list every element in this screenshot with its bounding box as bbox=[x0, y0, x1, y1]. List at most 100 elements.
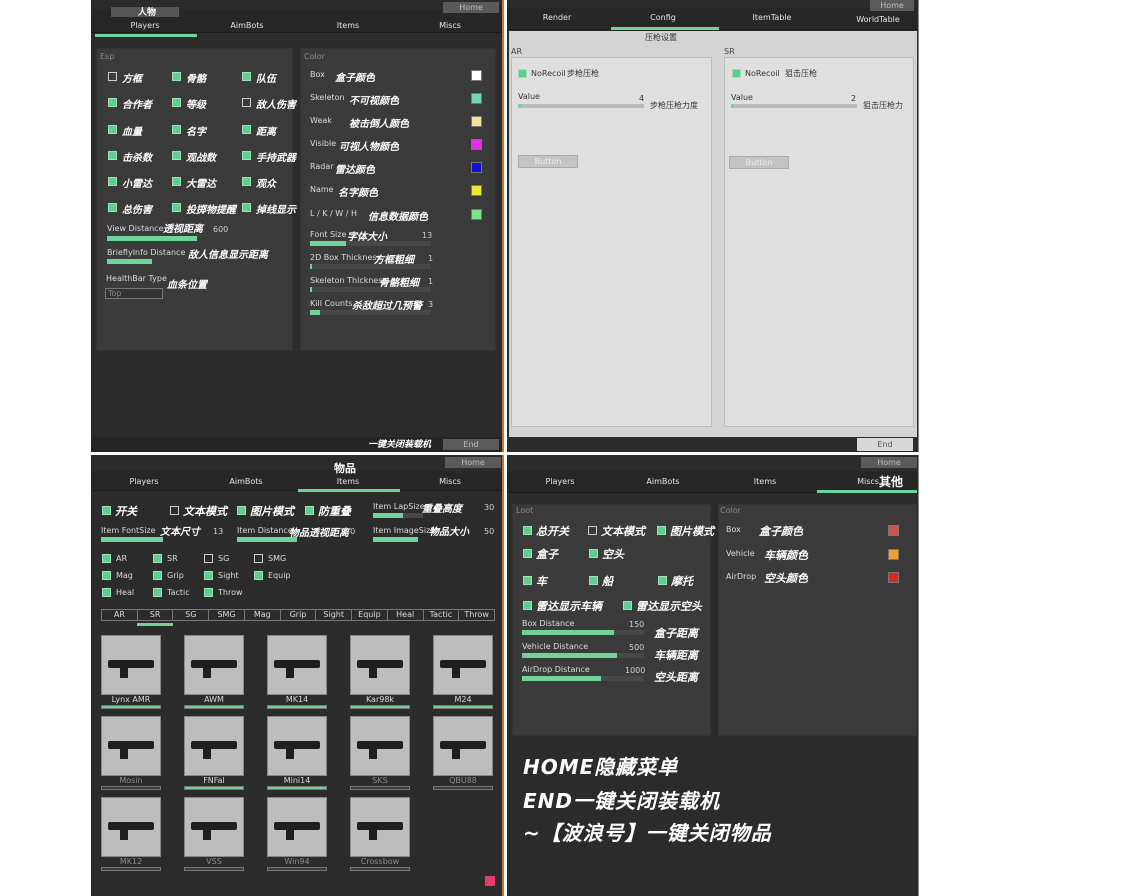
loot-checkbox[interactable] bbox=[523, 576, 532, 585]
color-swatch[interactable] bbox=[471, 162, 482, 173]
loot-checkbox[interactable] bbox=[523, 549, 532, 558]
weapon-enable-bar[interactable] bbox=[101, 867, 161, 871]
weapon-enable-bar[interactable] bbox=[184, 867, 244, 871]
sr-button[interactable]: Button bbox=[729, 156, 789, 169]
weapon-image[interactable] bbox=[350, 635, 410, 695]
style-slider[interactable] bbox=[310, 287, 431, 292]
loot-slider[interactable] bbox=[522, 630, 644, 635]
tab-miscs[interactable]: Miscs bbox=[400, 21, 500, 30]
esp-checkbox[interactable] bbox=[108, 151, 117, 160]
loot-checkbox[interactable] bbox=[523, 526, 532, 535]
loot-color-swatch[interactable] bbox=[888, 572, 899, 583]
weapon-enable-bar[interactable] bbox=[101, 705, 161, 709]
loot-checkbox[interactable] bbox=[523, 601, 532, 610]
end-button[interactable]: End bbox=[443, 439, 499, 450]
weapon-enable-bar[interactable] bbox=[433, 786, 493, 790]
weapon-image[interactable] bbox=[433, 716, 493, 776]
category-checkbox[interactable] bbox=[153, 588, 162, 597]
tab-items[interactable]: Items bbox=[715, 477, 815, 486]
lapsize-slider[interactable] bbox=[373, 513, 423, 518]
loot-checkbox[interactable] bbox=[589, 549, 598, 558]
item-toggle-checkbox[interactable] bbox=[237, 506, 246, 515]
color-swatch[interactable] bbox=[471, 116, 482, 127]
item-toggle-checkbox[interactable] bbox=[102, 506, 111, 515]
home-button[interactable]: Home bbox=[443, 2, 499, 13]
tab-aimbots[interactable]: AimBots bbox=[613, 477, 713, 486]
esp-checkbox[interactable] bbox=[172, 98, 181, 107]
weapon-enable-bar[interactable] bbox=[101, 786, 161, 790]
end-button[interactable]: End bbox=[857, 438, 913, 451]
ar-value-slider[interactable] bbox=[518, 104, 644, 108]
weapon-image[interactable] bbox=[184, 716, 244, 776]
healthbar-select[interactable]: Top bbox=[105, 288, 163, 299]
weapon-image[interactable] bbox=[184, 797, 244, 857]
esp-checkbox[interactable] bbox=[242, 203, 251, 212]
category-checkbox[interactable] bbox=[254, 571, 263, 580]
weapon-enable-bar[interactable] bbox=[267, 786, 327, 790]
loot-checkbox[interactable] bbox=[658, 576, 667, 585]
fontsize-slider[interactable] bbox=[101, 537, 163, 542]
weapon-image[interactable] bbox=[184, 635, 244, 695]
weapon-image[interactable] bbox=[433, 635, 493, 695]
home-button[interactable]: Home bbox=[445, 457, 501, 468]
tab-items[interactable]: Items bbox=[298, 477, 398, 486]
esp-checkbox[interactable] bbox=[172, 177, 181, 186]
tab-render[interactable]: Render bbox=[507, 13, 607, 22]
weapon-enable-bar[interactable] bbox=[433, 705, 493, 709]
item-toggle-checkbox[interactable] bbox=[305, 506, 314, 515]
loot-checkbox[interactable] bbox=[657, 526, 666, 535]
home-button[interactable]: Home bbox=[870, 0, 914, 11]
weapon-tab[interactable]: Heal bbox=[386, 609, 424, 621]
esp-checkbox[interactable] bbox=[172, 72, 181, 81]
loot-checkbox[interactable] bbox=[589, 576, 598, 585]
sr-value-slider[interactable] bbox=[731, 104, 857, 108]
sr-norecoil-checkbox[interactable] bbox=[732, 69, 741, 78]
tab-aimbots[interactable]: AimBots bbox=[196, 477, 296, 486]
weapon-tab[interactable]: Sight bbox=[315, 609, 353, 621]
esp-checkbox[interactable] bbox=[108, 72, 117, 81]
tab-worldtable[interactable]: WorldTable bbox=[828, 15, 928, 24]
tab-config[interactable]: Config bbox=[613, 13, 713, 22]
weapon-image[interactable] bbox=[350, 797, 410, 857]
tab-miscs[interactable]: Miscs bbox=[400, 477, 500, 486]
weapon-tab[interactable]: Grip bbox=[279, 609, 317, 621]
loot-color-swatch[interactable] bbox=[888, 525, 899, 536]
weapon-tab[interactable]: SMG bbox=[208, 609, 245, 621]
esp-checkbox[interactable] bbox=[108, 125, 117, 134]
home-button[interactable]: Home bbox=[861, 457, 917, 468]
view-distance-slider[interactable] bbox=[107, 236, 197, 241]
esp-checkbox[interactable] bbox=[242, 125, 251, 134]
color-swatch[interactable] bbox=[471, 185, 482, 196]
weapon-enable-bar[interactable] bbox=[184, 705, 244, 709]
esp-checkbox[interactable] bbox=[108, 177, 117, 186]
color-swatch[interactable] bbox=[471, 93, 482, 104]
imagesize-slider[interactable] bbox=[373, 537, 418, 542]
category-checkbox[interactable] bbox=[153, 554, 162, 563]
weapon-image[interactable] bbox=[350, 716, 410, 776]
weapon-image[interactable] bbox=[101, 716, 161, 776]
ar-norecoil-checkbox[interactable] bbox=[518, 69, 527, 78]
loot-color-swatch[interactable] bbox=[888, 549, 899, 560]
loot-slider[interactable] bbox=[522, 653, 644, 658]
color-swatch[interactable] bbox=[471, 70, 482, 81]
category-checkbox[interactable] bbox=[204, 554, 213, 563]
esp-checkbox[interactable] bbox=[242, 72, 251, 81]
tab-aimbots[interactable]: AimBots bbox=[197, 21, 297, 30]
weapon-image[interactable] bbox=[267, 635, 327, 695]
distance-slider[interactable] bbox=[237, 537, 297, 542]
category-checkbox[interactable] bbox=[254, 554, 263, 563]
weapon-enable-bar[interactable] bbox=[184, 786, 244, 790]
tab-players[interactable]: Players bbox=[95, 21, 195, 30]
weapon-tab[interactable]: Mag bbox=[243, 609, 281, 621]
weapon-enable-bar[interactable] bbox=[350, 786, 410, 790]
weapon-tab[interactable]: Throw bbox=[458, 609, 495, 621]
tab-players[interactable]: Players bbox=[94, 477, 194, 486]
esp-checkbox[interactable] bbox=[242, 177, 251, 186]
loot-checkbox[interactable] bbox=[623, 601, 632, 610]
brief-distance-slider[interactable] bbox=[107, 259, 152, 264]
esp-checkbox[interactable] bbox=[172, 151, 181, 160]
color-swatch[interactable] bbox=[471, 209, 482, 220]
style-slider[interactable] bbox=[310, 241, 431, 246]
esp-checkbox[interactable] bbox=[172, 125, 181, 134]
category-checkbox[interactable] bbox=[153, 571, 162, 580]
